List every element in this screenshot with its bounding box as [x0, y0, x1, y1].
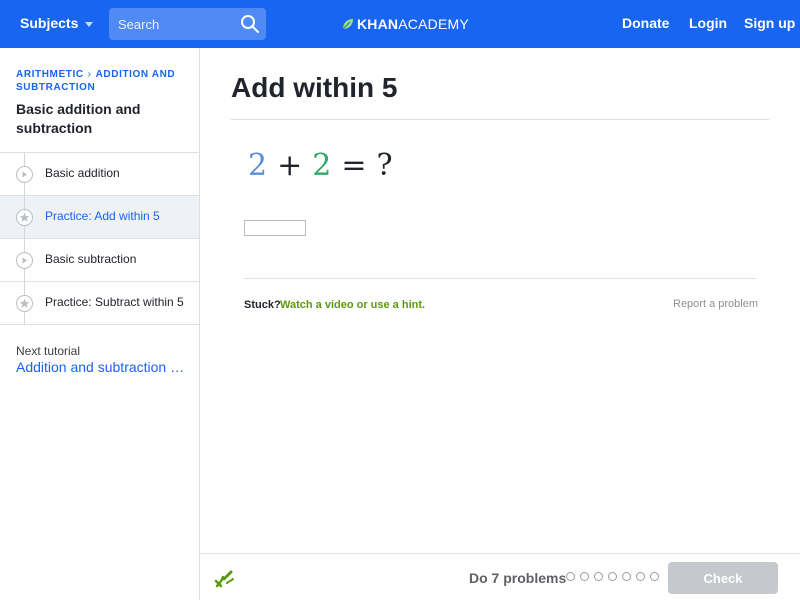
login-link[interactable]: Login	[689, 15, 727, 31]
sidebar-item-basic-subtraction[interactable]: Basic subtraction	[0, 239, 199, 282]
sidebar-item-label: Basic subtraction	[45, 252, 137, 266]
progress-dot	[650, 572, 659, 581]
equals-sign: =	[341, 148, 367, 183]
donate-link[interactable]: Donate	[622, 15, 669, 31]
answer-input[interactable]	[244, 220, 306, 236]
search-box	[109, 8, 266, 40]
breadcrumb: ARITHMETIC › ADDITION AND SUBTRACTION	[16, 68, 186, 94]
chevron-right-icon: ›	[87, 69, 92, 80]
breadcrumb-arithmetic[interactable]: ARITHMETIC	[16, 69, 84, 80]
search-input[interactable]	[109, 8, 237, 40]
next-tutorial-link[interactable]: Addition and subtraction w…	[16, 359, 188, 375]
caret-down-icon	[85, 21, 94, 27]
unknown-symbol: ?	[376, 148, 393, 183]
report-problem-link[interactable]: Report a problem	[673, 298, 758, 310]
subjects-menu[interactable]: Subjects	[20, 15, 94, 31]
khan-academy-logo[interactable]: KHANACADEMY	[342, 15, 469, 33]
sidebar-item-label: Practice: Subtract within 5	[45, 295, 184, 309]
do-problems-label: Do 7 problems	[469, 570, 567, 586]
progress-dot	[608, 572, 617, 581]
next-tutorial-label: Next tutorial	[16, 344, 81, 358]
sidebar-item-practice-subtract-within-5[interactable]: Practice: Subtract within 5	[0, 282, 199, 325]
progress-dots	[566, 572, 659, 581]
divider	[244, 278, 756, 279]
progress-dot	[594, 572, 603, 581]
math-problem: 2 + 2 = ?	[248, 148, 393, 183]
play-icon	[16, 166, 33, 183]
star-icon	[16, 295, 33, 312]
scratchpad-icon[interactable]	[213, 568, 235, 590]
sidebar-item-basic-addition[interactable]: Basic addition	[0, 153, 199, 196]
star-icon	[16, 209, 33, 226]
hint-link[interactable]: Watch a video or use a hint.	[280, 299, 425, 311]
progress-dot	[580, 572, 589, 581]
sidebar-item-label: Basic addition	[45, 166, 120, 180]
logo-text-academy: ACADEMY	[398, 16, 469, 32]
progress-dot	[622, 572, 631, 581]
exercise-footer: Do 7 problems Check	[200, 553, 800, 600]
divider	[231, 119, 769, 120]
check-button[interactable]: Check	[668, 562, 778, 594]
tutorial-title: Basic addition and subtraction	[16, 101, 141, 136]
stuck-label: Stuck?	[244, 299, 281, 311]
sidebar-item-practice-add-within-5[interactable]: Practice: Add within 5	[0, 196, 199, 239]
page-title: Add within 5	[231, 72, 398, 103]
tutorial-sidebar: ARITHMETIC › ADDITION AND SUBTRACTION Basi…	[0, 48, 200, 600]
plus-operator: +	[277, 148, 303, 183]
signup-link[interactable]: Sign up	[744, 15, 795, 31]
play-icon	[16, 252, 33, 269]
operand-a: 2	[248, 148, 268, 183]
tutorial-item-list: Basic addition Practice: Add within 5 Ba…	[0, 152, 199, 325]
leaf-icon	[342, 19, 353, 30]
search-icon[interactable]	[240, 14, 260, 34]
logo-text-khan: KHAN	[357, 16, 399, 32]
top-nav: Subjects KHANACADEMY Donate Login Sign u…	[0, 0, 800, 48]
progress-dot	[566, 572, 575, 581]
exercise-area: Add within 5 2 + 2 = ? Stuck? Watch a vi…	[200, 48, 800, 553]
operand-b: 2	[312, 148, 332, 183]
progress-dot	[636, 572, 645, 581]
subjects-label: Subjects	[20, 15, 79, 31]
sidebar-item-label: Practice: Add within 5	[45, 209, 160, 223]
